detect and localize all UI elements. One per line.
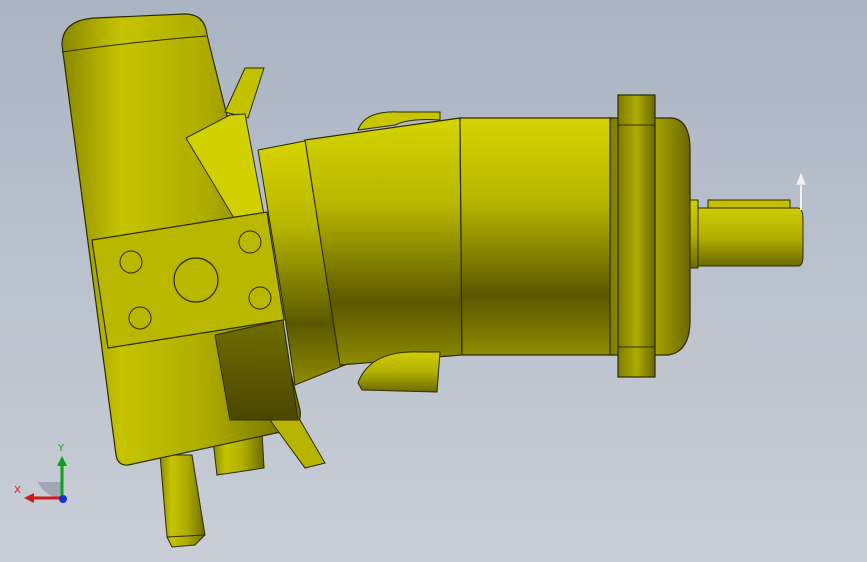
lower-wedge	[269, 419, 326, 469]
end-flange	[609, 94, 691, 378]
reference-arrow	[795, 171, 807, 210]
graphics-viewport[interactable]: X Y	[0, 0, 867, 562]
y-axis-label: Y	[58, 443, 65, 454]
shaft-key	[707, 199, 791, 209]
bottom-pin	[159, 454, 206, 548]
pump-model[interactable]	[0, 0, 867, 562]
triad-axes	[24, 456, 67, 503]
output-shaft	[689, 199, 804, 269]
main-housing	[304, 111, 613, 393]
x-axis-label: X	[14, 485, 21, 496]
view-orientation-triad: X Y	[10, 440, 80, 510]
